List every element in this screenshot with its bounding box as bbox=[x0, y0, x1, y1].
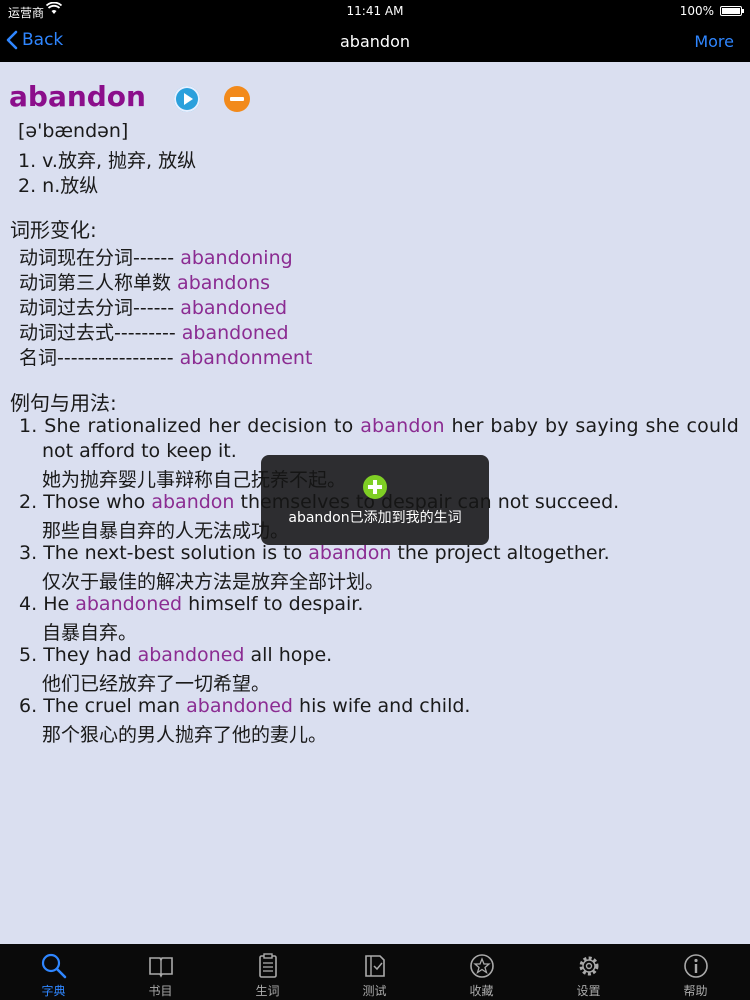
morph-row: 动词第三人称单数 abandons bbox=[19, 268, 270, 295]
example-sentence: 4. He abandoned himself to despair. bbox=[19, 593, 364, 615]
test-icon bbox=[365, 955, 385, 977]
more-button[interactable]: More bbox=[694, 32, 734, 51]
tab-favorites[interactable]: 收藏 bbox=[428, 944, 535, 1000]
battery-icon bbox=[720, 6, 744, 16]
example-sentence: 6. The cruel man abandoned his wife and … bbox=[19, 695, 471, 717]
tab-books[interactable]: 书目 bbox=[107, 944, 214, 1000]
morph-form[interactable]: abandonment bbox=[180, 347, 313, 369]
morph-form[interactable]: abandons bbox=[177, 272, 270, 294]
example-translation: 那个狠心的男人抛弃了他的妻儿。 bbox=[42, 724, 328, 746]
example-translation: 他们已经放弃了一切希望。 bbox=[42, 673, 271, 695]
example-sentence: 1. She rationalized her decision to aban… bbox=[19, 415, 739, 437]
phonetic: [ə'bændən] bbox=[18, 120, 129, 142]
status-time: 11:41 AM bbox=[346, 4, 404, 18]
morph-label: 动词第三人称单数 bbox=[19, 272, 178, 294]
morph-section-title: 词形变化: bbox=[10, 218, 97, 242]
example-keyword[interactable]: abandon bbox=[308, 542, 391, 564]
battery-percent: 100% bbox=[679, 4, 714, 18]
tab-test[interactable]: 测试 bbox=[321, 944, 428, 1000]
remove-word-button[interactable] bbox=[224, 86, 250, 112]
example-translation: 那些自暴自弃的人无法成功。 bbox=[42, 520, 290, 542]
definition-1: 1. v.放弃, 抛弃, 放纵 bbox=[18, 150, 197, 172]
example-sentence: 3. The next-best solution is to abandon … bbox=[19, 542, 610, 564]
clipboard-icon bbox=[259, 953, 277, 978]
morph-label: 名词----------------- bbox=[19, 347, 180, 369]
morph-row: 名词----------------- abandonment bbox=[19, 343, 312, 370]
plus-circle-icon bbox=[363, 475, 387, 499]
morph-form[interactable]: abandoned bbox=[180, 297, 287, 319]
example-keyword[interactable]: abandoned bbox=[186, 695, 293, 717]
added-to-wordlist-toast: abandon已添加到我的生词 bbox=[261, 455, 489, 545]
gear-icon bbox=[579, 956, 599, 976]
status-bar: 运营商 11:41 AM 100% bbox=[0, 0, 750, 22]
info-icon bbox=[684, 954, 708, 978]
morph-form[interactable]: abandoned bbox=[182, 322, 289, 344]
morph-row: 动词过去式--------- abandoned bbox=[19, 318, 289, 345]
nav-title: abandon bbox=[340, 32, 410, 51]
definition-2: 2. n.放纵 bbox=[18, 175, 99, 197]
morph-row: 动词过去分词------ abandoned bbox=[19, 293, 287, 320]
search-icon bbox=[41, 953, 67, 979]
tab-help[interactable]: 帮助 bbox=[642, 944, 749, 1000]
star-icon bbox=[470, 954, 494, 978]
morph-row: 动词现在分词------ abandoning bbox=[19, 243, 293, 270]
examples-section-title: 例句与用法: bbox=[10, 391, 117, 415]
example-keyword[interactable]: abandoned bbox=[138, 644, 245, 666]
example-translation: 自暴自弃。 bbox=[42, 622, 138, 644]
book-icon bbox=[149, 957, 173, 978]
headword: abandon bbox=[9, 80, 146, 113]
example-translation: 仅次于最佳的解决方法是放弃全部计划。 bbox=[42, 571, 385, 593]
play-pronunciation-button[interactable] bbox=[174, 86, 200, 112]
tab-new-words[interactable]: 生词 bbox=[214, 944, 321, 1000]
nav-bar: Back abandon More bbox=[0, 22, 750, 62]
example-keyword[interactable]: abandon bbox=[151, 491, 234, 513]
example-sentence-cont: not afford to keep it. bbox=[42, 440, 237, 462]
example-keyword[interactable]: abandon bbox=[360, 415, 445, 437]
tab-settings[interactable]: 设置 bbox=[535, 944, 642, 1000]
example-sentence: 5. They had abandoned all hope. bbox=[19, 644, 333, 666]
morph-label: 动词现在分词------ bbox=[19, 247, 181, 269]
tab-bar: 字典 书目 生词 测试 收藏 设置 帮助 bbox=[0, 944, 750, 1000]
morph-label: 动词过去分词------ bbox=[19, 297, 181, 319]
example-keyword[interactable]: abandoned bbox=[75, 593, 182, 615]
tab-dictionary[interactable]: 字典 bbox=[0, 944, 107, 1000]
toast-message: abandon已添加到我的生词 bbox=[288, 510, 462, 526]
morph-form[interactable]: abandoning bbox=[180, 247, 293, 269]
morph-label: 动词过去式--------- bbox=[19, 322, 182, 344]
